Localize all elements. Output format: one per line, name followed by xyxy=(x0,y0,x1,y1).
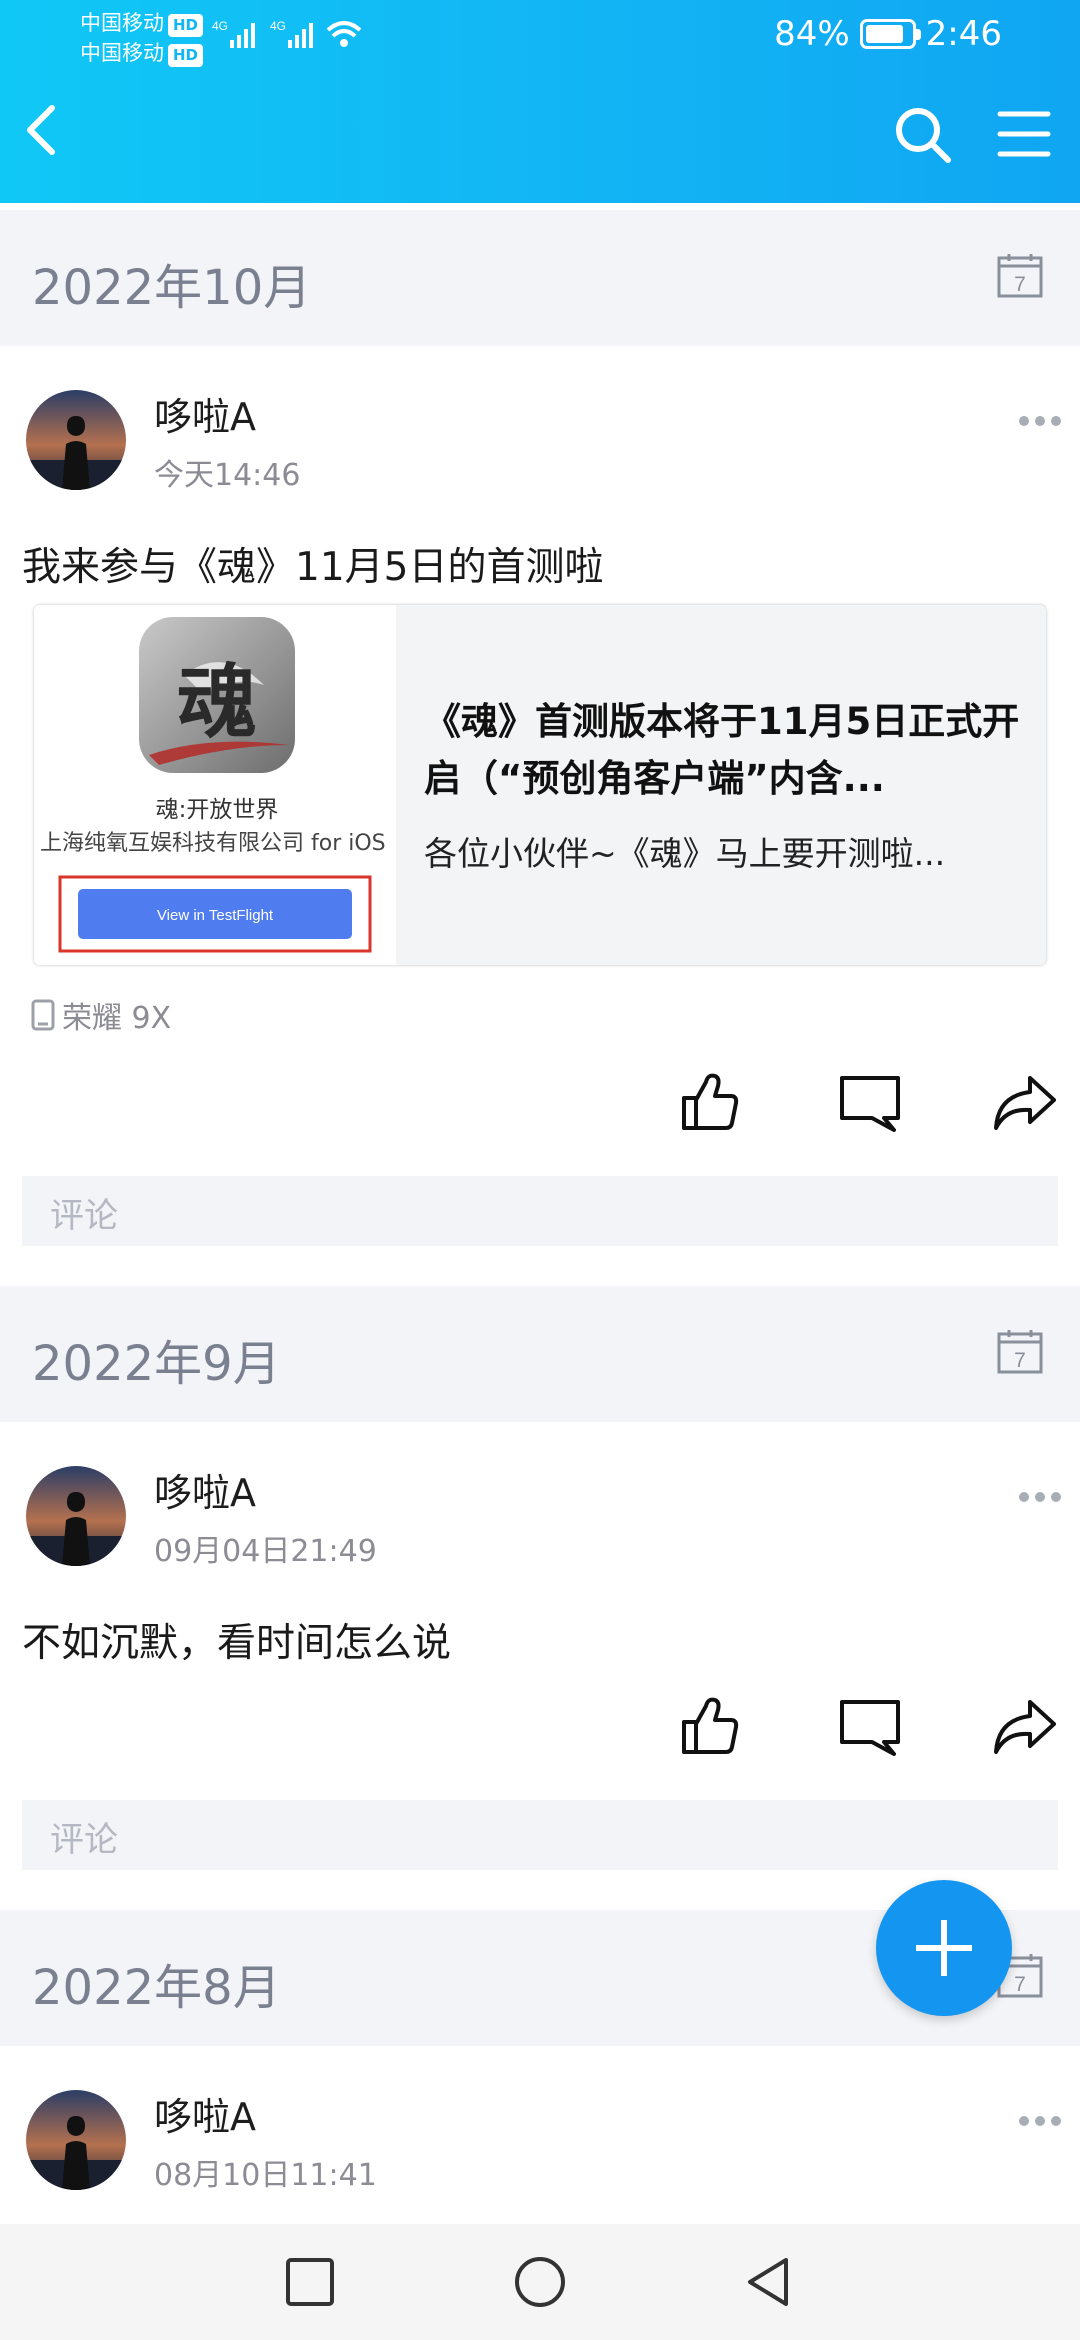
card-description: 各位小伙伴~《魂》马上要开测啦... xyxy=(424,834,946,873)
carrier-2: 中国移动 xyxy=(80,41,164,65)
hd-badge: HD xyxy=(168,14,204,37)
post-text: 我来参与《魂》11月5日的首测啦 xyxy=(22,545,604,590)
comment-icon[interactable] xyxy=(838,1072,902,1136)
company-name: 上海纯氧互娱科技有限公司 for iOS xyxy=(40,831,386,856)
avatar[interactable] xyxy=(26,390,126,490)
svg-text:7: 7 xyxy=(1014,273,1026,296)
card-title: 《魂》首测版本将于11月5日正式开启（“预创角客户端”内含... xyxy=(424,700,1020,800)
calendar-icon[interactable]: 7 xyxy=(996,252,1044,300)
clock: 2:46 xyxy=(925,14,1002,54)
svg-text:7: 7 xyxy=(1014,1349,1026,1372)
signal-icons: 4G 4G xyxy=(212,19,362,48)
avatar[interactable] xyxy=(26,2090,126,2190)
post-time: 09月04日21:49 xyxy=(154,1534,377,1569)
more-icon[interactable] xyxy=(1018,414,1062,428)
share-icon[interactable] xyxy=(992,1072,1056,1136)
comment-input[interactable]: 评论 xyxy=(22,1176,1058,1246)
status-right: 84% 2:46 xyxy=(774,14,1002,54)
menu-icon[interactable] xyxy=(996,108,1052,160)
new-post-fab[interactable] xyxy=(876,1880,1012,2016)
author-name[interactable]: 哆啦A xyxy=(154,386,256,441)
back-icon[interactable] xyxy=(742,2254,794,2310)
recents-icon[interactable] xyxy=(284,2256,336,2308)
network-label-2: 4G xyxy=(270,19,286,33)
carrier-1: 中国移动 xyxy=(80,11,164,35)
author-name[interactable]: 哆啦A xyxy=(154,1462,256,1517)
post-text: 不如沉默，看时间怎么说 xyxy=(22,1621,452,1666)
battery-percent: 84% xyxy=(774,14,850,54)
month-header: 2022年10月 7 xyxy=(0,210,1080,346)
month-label: 2022年8月 xyxy=(32,1960,281,2016)
battery-icon xyxy=(859,19,921,49)
carrier-info: 中国移动 HD 中国移动 HD xyxy=(80,8,204,68)
author-name[interactable]: 哆啦A xyxy=(154,2086,256,2141)
app-header: 中国移动 HD 中国移动 HD 4G 4G 84% 2:46 xyxy=(0,0,1080,203)
search-icon[interactable] xyxy=(893,105,953,165)
month-label: 2022年10月 xyxy=(32,260,312,316)
phone-icon xyxy=(31,999,55,1031)
device-info: 荣耀 9X xyxy=(30,993,171,1037)
chevron-left-icon[interactable] xyxy=(18,100,66,160)
like-icon[interactable] xyxy=(678,1070,742,1134)
more-icon[interactable] xyxy=(1018,1490,1062,1504)
hd-badge: HD xyxy=(168,44,204,67)
device-name: 荣耀 9X xyxy=(62,1001,172,1036)
post-time: 08月10日11:41 xyxy=(154,2158,377,2193)
comment-placeholder: 评论 xyxy=(50,1196,118,1236)
month-header: 2022年9月 7 xyxy=(0,1286,1080,1422)
app-name: 魂:开放世界 xyxy=(156,797,279,823)
comment-icon[interactable] xyxy=(838,1696,902,1760)
testflight-label: View in TestFlight xyxy=(157,907,274,924)
avatar[interactable] xyxy=(26,1466,126,1566)
share-icon[interactable] xyxy=(992,1696,1056,1760)
svg-text:7: 7 xyxy=(1014,1973,1026,1996)
home-icon[interactable] xyxy=(512,2254,568,2310)
comment-input[interactable]: 评论 xyxy=(22,1800,1058,1870)
comment-placeholder: 评论 xyxy=(50,1820,118,1860)
shared-link-card[interactable]: 魂 魂:开放世界 上海纯氧互娱科技有限公司 for iOS View in Te… xyxy=(34,605,1046,965)
month-label: 2022年9月 xyxy=(32,1336,281,1392)
system-nav-bar xyxy=(0,2224,1080,2340)
like-icon[interactable] xyxy=(678,1694,742,1758)
card-thumbnail: 魂 魂:开放世界 上海纯氧互娱科技有限公司 for iOS View in Te… xyxy=(34,605,396,965)
status-bar: 中国移动 HD 中国移动 HD 4G 4G 84% 2:46 xyxy=(0,0,1080,80)
calendar-icon[interactable]: 7 xyxy=(996,1328,1044,1376)
post-card: 哆啦A 08月10日11:41 xyxy=(0,2046,1080,2224)
app-char: 魂 xyxy=(177,655,257,749)
post-time: 今天14:46 xyxy=(154,458,301,493)
more-icon[interactable] xyxy=(1018,2114,1062,2128)
network-label-1: 4G xyxy=(212,19,228,33)
